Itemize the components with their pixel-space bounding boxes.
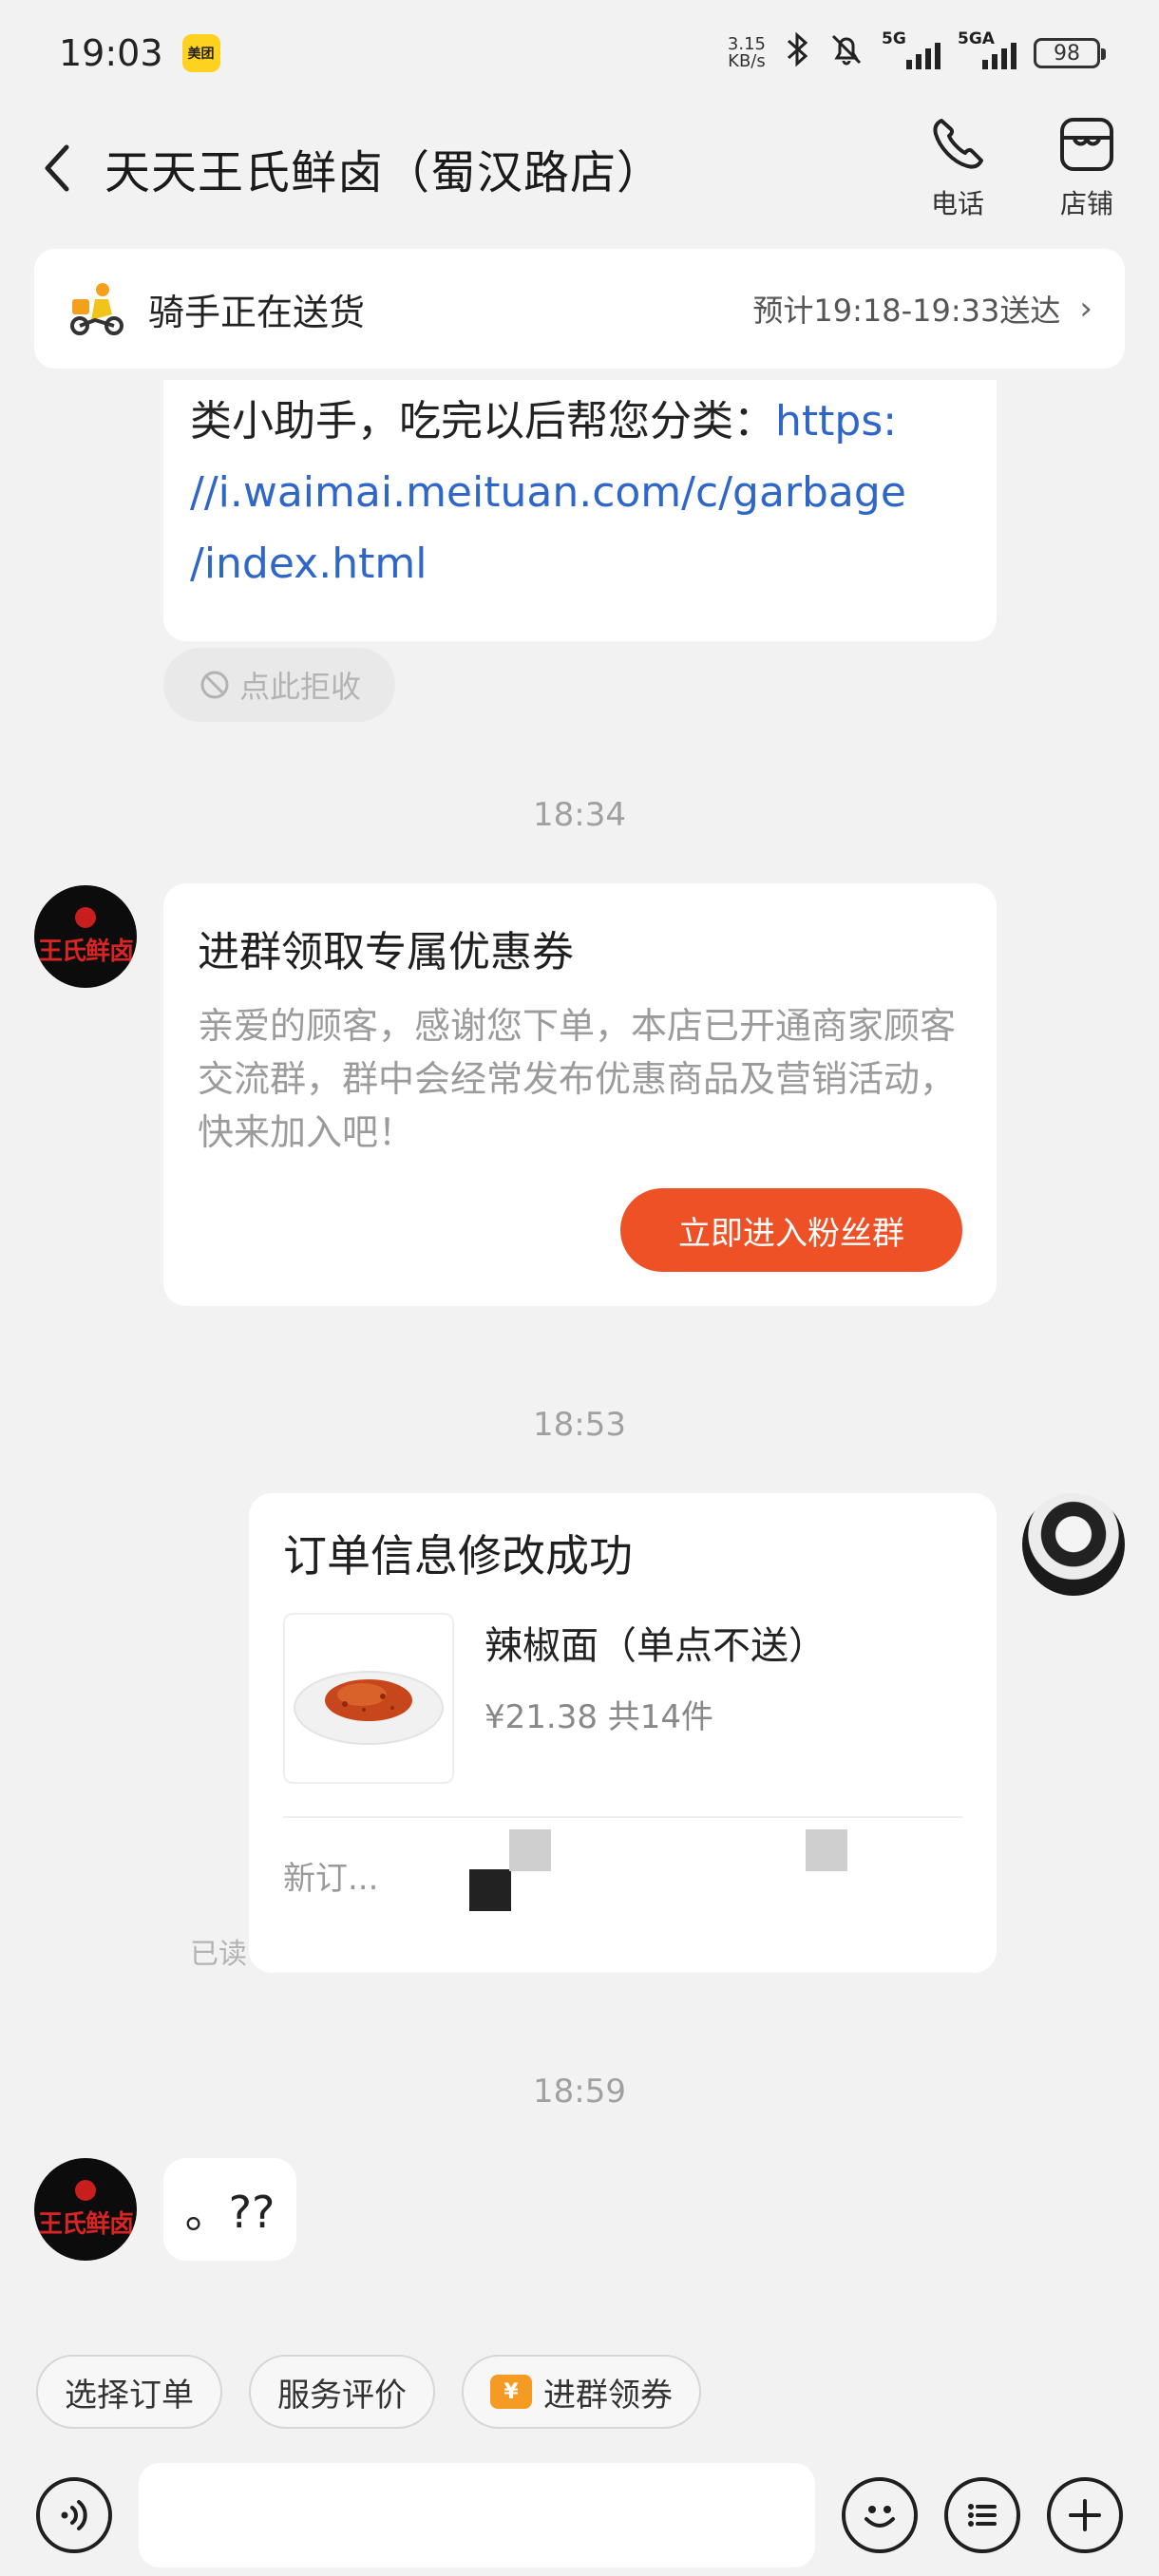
- plus-icon: [1069, 2499, 1101, 2531]
- timestamp: 18:59: [533, 2073, 626, 2111]
- delivery-status-banner[interactable]: 骑手正在送货 预计19:18-19:33送达 ›: [34, 249, 1125, 369]
- menu-button[interactable]: [944, 2477, 1020, 2553]
- list-icon: [968, 2504, 997, 2527]
- back-button[interactable]: [34, 135, 80, 201]
- item-name: 辣椒面（单点不送）: [484, 1624, 826, 1668]
- store-label: 店铺: [1059, 188, 1113, 219]
- user-avatar[interactable]: [1022, 1493, 1125, 1596]
- garbage-link-part-3[interactable]: /index.html: [190, 528, 970, 599]
- call-label: 电话: [930, 188, 984, 219]
- message-text: 类小助手，吃完以后帮您分类：: [190, 397, 775, 445]
- card-title: 进群领取专属优惠券: [198, 928, 574, 976]
- group-invite-card[interactable]: 进群领取专属优惠券 亲爱的顾客，感谢您下单，本店已开通商家顾客交流群，群中会经常…: [163, 883, 997, 1306]
- status-bar: 19:03 美团 3.15 KB/s 5G 5GA 98: [0, 0, 1159, 106]
- block-icon: [200, 671, 229, 699]
- card-body: 亲爱的顾客，感谢您下单，本店已开通商家顾客交流群，群中会经常发布优惠商品及营销活…: [198, 1005, 957, 1153]
- input-bar: [0, 2454, 1159, 2576]
- shop-avatar[interactable]: 王氏鲜卤: [34, 885, 137, 988]
- item-price: ¥21.38 共14件: [484, 1698, 714, 1736]
- redacted-block: [469, 1869, 511, 1911]
- call-button[interactable]: 电话: [920, 115, 996, 221]
- voice-icon: [61, 2500, 87, 2530]
- network-speed: 3.15 KB/s: [727, 34, 766, 71]
- smiley-icon: [864, 2506, 895, 2528]
- chevron-left-icon: [45, 144, 69, 192]
- order-footer-text: 新订...: [283, 1860, 379, 1898]
- signal-sim2-icon: 5GA: [958, 29, 1016, 69]
- order-footer: 新订...: [283, 1816, 962, 1930]
- shop-logo-text: 王氏鲜卤: [37, 937, 134, 966]
- store-button[interactable]: 店铺: [1049, 115, 1125, 221]
- timestamp: 18:34: [533, 796, 626, 834]
- header-actions: 电话 店铺: [920, 115, 1125, 221]
- status-icons: 3.15 KB/s 5G 5GA 98: [727, 29, 1106, 76]
- join-group-coupon-chip[interactable]: ¥ 进群领券: [462, 2355, 701, 2429]
- phone-icon: [933, 119, 983, 169]
- order-card-title: 订单信息修改成功: [283, 1530, 633, 1582]
- garbage-link-part-2[interactable]: //i.waimai.meituan.com/c/garbage: [190, 457, 970, 528]
- select-order-chip[interactable]: 选择订单: [36, 2355, 222, 2429]
- meituan-notification-icon: 美团: [181, 34, 220, 72]
- delivery-eta: 预计19:18-19:33送达: [752, 293, 1061, 329]
- reject-label: 点此拒收: [238, 669, 361, 705]
- delivery-status-text: 骑手正在送货: [148, 291, 366, 333]
- reject-button[interactable]: 点此拒收: [163, 648, 395, 722]
- shop-logo-text: 王氏鲜卤: [37, 2209, 134, 2239]
- battery-icon: 98: [1034, 38, 1106, 68]
- chat-header: 天天王氏鲜卤（蜀汉路店） 电话 店铺: [0, 106, 1159, 230]
- read-status: 已读: [190, 1938, 247, 1971]
- quick-action-bar: 选择订单 服务评价 ¥ 进群领券: [0, 2329, 1159, 2454]
- bluetooth-icon: [783, 31, 811, 76]
- shop-avatar[interactable]: 王氏鲜卤: [34, 2158, 137, 2261]
- signal-sim1-icon: 5G: [882, 29, 940, 69]
- redacted-block: [509, 1829, 551, 1871]
- status-time: 19:03: [59, 32, 163, 74]
- message-bubble: 。??: [163, 2158, 296, 2261]
- mute-bell-icon: [828, 31, 864, 76]
- page-title: 天天王氏鲜卤（蜀汉路店）: [104, 146, 664, 199]
- message-input[interactable]: [139, 2463, 815, 2567]
- join-group-button[interactable]: 立即进入粉丝群: [620, 1188, 962, 1272]
- service-review-chip[interactable]: 服务评价: [249, 2355, 435, 2429]
- input-actions: [842, 2477, 1123, 2553]
- store-icon: [1060, 118, 1113, 171]
- redacted-block: [806, 1829, 847, 1871]
- more-button[interactable]: [1047, 2477, 1123, 2553]
- chevron-right-icon: ›: [1079, 290, 1092, 328]
- order-item[interactable]: 辣椒面（单点不送） ¥21.38 共14件: [283, 1613, 962, 1784]
- emoji-button[interactable]: [842, 2477, 918, 2553]
- coupon-icon: ¥: [490, 2375, 532, 2409]
- chat-messages[interactable]: 类小助手，吃完以后帮您分类：https: //i.waimai.meituan.…: [0, 380, 1159, 2327]
- garbage-link-part-1[interactable]: https:: [775, 397, 897, 445]
- product-image: [283, 1613, 454, 1784]
- timestamp: 18:53: [533, 1406, 626, 1444]
- order-update-card[interactable]: 订单信息修改成功 辣椒面（单点不送） ¥21.38 共14件 新订...: [249, 1493, 997, 1973]
- message-bubble-link: 类小助手，吃完以后帮您分类：https: //i.waimai.meituan.…: [163, 380, 997, 641]
- rider-icon: [70, 283, 124, 335]
- voice-button[interactable]: [36, 2477, 112, 2553]
